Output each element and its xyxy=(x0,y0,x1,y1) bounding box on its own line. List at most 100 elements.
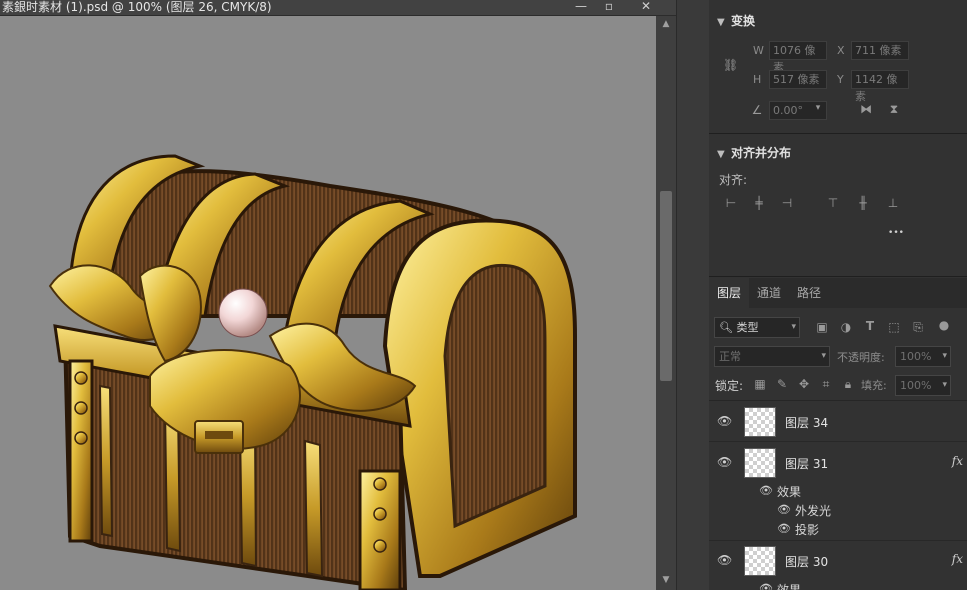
filter-adjustment-icon[interactable]: ◑ xyxy=(839,320,853,334)
lock-artboard-icon[interactable]: ⌗ xyxy=(819,377,833,392)
layer-thumbnail xyxy=(744,407,776,437)
filter-shape-icon[interactable]: ⬚ xyxy=(887,320,901,334)
angle-icon: ∠ xyxy=(751,103,763,117)
width-label: W xyxy=(753,44,764,57)
layer-filter-select[interactable]: 🔍︎ 类型 ▾ xyxy=(714,317,800,338)
height-field[interactable]: 517 像素 xyxy=(769,70,827,89)
rivet xyxy=(74,371,88,385)
fill-field[interactable]: 100% ▾ xyxy=(895,375,951,396)
lock-move-icon[interactable]: ✥ xyxy=(797,377,811,391)
width-field[interactable]: 1076 像素 xyxy=(769,41,827,74)
effect-label: 外发光 xyxy=(795,504,832,518)
treasure-chest-image xyxy=(48,154,577,590)
transform-title: 变换 xyxy=(731,14,756,28)
align-right-icon[interactable]: ⊣ xyxy=(779,196,795,210)
visibility-eye-icon[interactable]: 👁︎ xyxy=(759,484,773,497)
layer-effects-icon[interactable]: fx xyxy=(952,552,963,566)
document-tab-bar[interactable]: 素銀时素材 (1).psd @ 100% (图层 26, CMYK/8) — ▫… xyxy=(0,0,678,16)
close-icon[interactable]: ✕ xyxy=(624,0,668,15)
tab-layers[interactable]: 图层 xyxy=(709,278,750,308)
front-strip-4 xyxy=(303,439,324,578)
chevron-down-icon: ▾ xyxy=(791,322,796,332)
section-divider xyxy=(709,400,967,401)
link-icon[interactable]: ⛓ xyxy=(723,58,738,72)
chevron-down-icon: ▾ xyxy=(942,351,947,361)
effects-label: 效果 xyxy=(777,583,802,590)
lock-paint-icon[interactable]: ✎ xyxy=(775,377,789,391)
flip-vertical-icon[interactable]: ⧗ xyxy=(885,102,903,117)
blend-mode-select[interactable]: 正常 ▾ xyxy=(714,346,830,367)
align-section-header[interactable]: ▼ 对齐并分布 xyxy=(717,144,791,161)
filter-type-icon[interactable]: T xyxy=(863,319,877,333)
chevron-down-icon[interactable]: ▼ xyxy=(717,17,731,28)
opacity-value: 100% xyxy=(900,350,932,363)
vertical-scrollbar[interactable]: ▲ ▼ xyxy=(656,16,676,590)
layers-panel-tabs: 图层 通道 路径 xyxy=(709,278,967,308)
tab-channels[interactable]: 通道 xyxy=(749,278,789,308)
document-title: 素銀时素材 (1).psd @ 100% (图层 26, CMYK/8) xyxy=(2,0,272,14)
align-title: 对齐并分布 xyxy=(731,146,792,160)
layer-row[interactable]: 👁︎ 图层 31 fx xyxy=(709,443,967,483)
align-left-icon[interactable]: ⊢ xyxy=(723,196,739,210)
visibility-eye-icon[interactable]: 👁︎ xyxy=(777,522,791,535)
opacity-field[interactable]: 100% ▾ xyxy=(895,346,951,367)
visibility-eye-icon[interactable]: 👁︎ xyxy=(777,503,791,516)
lock-label: 锁定: xyxy=(715,379,744,393)
scroll-down-icon[interactable]: ▼ xyxy=(660,574,672,586)
visibility-eye-icon[interactable]: 👁︎ xyxy=(717,553,733,567)
more-options-icon[interactable]: ••• xyxy=(885,228,907,238)
effects-row[interactable]: 👁︎ 效果 xyxy=(709,580,967,590)
align-label: 对齐: xyxy=(719,173,748,187)
lock-all-icon[interactable]: 🔒︎ xyxy=(841,377,855,392)
chevron-down-icon: ▾ xyxy=(942,380,947,390)
layer-effects-icon[interactable]: fx xyxy=(952,454,963,468)
layer-row[interactable]: 👁︎ 图层 34 xyxy=(709,402,967,442)
rivet xyxy=(373,477,387,491)
rivet xyxy=(373,539,387,553)
minimize-icon[interactable]: — xyxy=(568,0,594,15)
tab-paths[interactable]: 路径 xyxy=(789,278,829,308)
effect-row-drop-shadow[interactable]: 👁︎ 投影 xyxy=(709,520,967,541)
visibility-eye-icon[interactable]: 👁︎ xyxy=(717,414,733,428)
chevron-down-icon[interactable]: ▼ xyxy=(717,149,731,160)
blend-mode-label: 正常 xyxy=(719,350,741,363)
rivet xyxy=(74,431,88,445)
scroll-thumb[interactable] xyxy=(660,191,672,381)
chevron-down-icon: ▾ xyxy=(821,351,826,361)
chest-side-panel xyxy=(443,263,547,529)
maximize-icon[interactable]: ▫ xyxy=(596,0,622,15)
lock-transparent-icon[interactable]: ▦ xyxy=(753,377,767,391)
x-position-field[interactable]: 711 像素 xyxy=(851,41,909,60)
layer-name: 图层 30 xyxy=(785,555,829,569)
align-top-icon[interactable]: ⊤ xyxy=(825,196,841,210)
layer-row[interactable]: 👁︎ 图层 30 fx xyxy=(709,541,967,581)
align-middle-vertical-icon[interactable]: ╫ xyxy=(855,196,871,210)
canvas[interactable] xyxy=(0,16,656,590)
document-window: 素銀时素材 (1).psd @ 100% (图层 26, CMYK/8) — ▫… xyxy=(0,0,678,590)
scroll-up-icon[interactable]: ▲ xyxy=(660,18,672,30)
layer-name: 图层 34 xyxy=(785,416,829,430)
layer-thumbnail xyxy=(744,448,776,478)
height-label: H xyxy=(753,73,762,86)
keyhole xyxy=(205,431,233,439)
layer-name: 图层 31 xyxy=(785,457,829,471)
visibility-eye-icon[interactable]: 👁︎ xyxy=(759,582,773,590)
filter-toggle-icon[interactable]: ● xyxy=(937,318,951,332)
filter-smart-object-icon[interactable]: ⎘ xyxy=(911,320,925,335)
align-center-horizontal-icon[interactable]: ╪ xyxy=(751,196,767,210)
flip-horizontal-icon[interactable]: ⧓ xyxy=(857,102,875,116)
fill-value: 100% xyxy=(900,379,932,392)
properties-panels: ▼ 变换 W 1076 像素 X 711 像素 ⛓ H 517 像素 Y 1142… xyxy=(709,0,967,590)
effect-row-outer-glow[interactable]: 👁︎ 外发光 xyxy=(709,501,967,520)
chevron-down-icon[interactable]: ▾ xyxy=(811,103,825,113)
section-divider xyxy=(709,133,967,134)
filter-pixel-icon[interactable]: ▣ xyxy=(815,320,829,334)
opacity-label: 不透明度: xyxy=(837,351,885,364)
y-position-field[interactable]: 1142 像素 xyxy=(851,70,909,103)
effect-label: 投影 xyxy=(795,523,820,537)
transform-section-header[interactable]: ▼ 变换 xyxy=(717,12,755,29)
search-icon: 🔍︎ xyxy=(719,321,733,334)
visibility-eye-icon[interactable]: 👁︎ xyxy=(717,455,733,469)
align-bottom-icon[interactable]: ⊥ xyxy=(885,196,901,210)
effects-row[interactable]: 👁︎ 效果 xyxy=(709,482,967,501)
